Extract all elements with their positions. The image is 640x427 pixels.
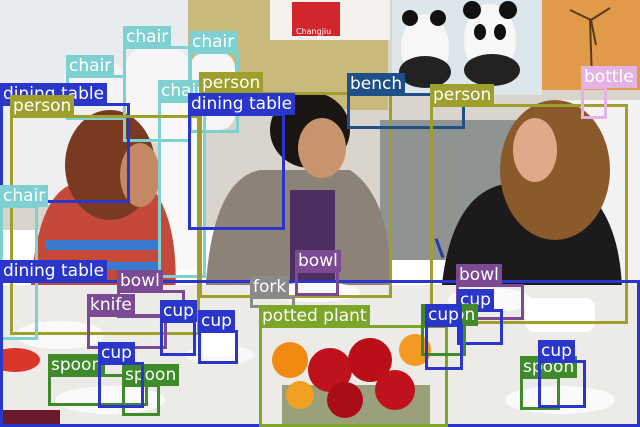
person-right-hair — [500, 100, 610, 240]
cup-mid-shape — [202, 330, 236, 356]
photo-scene: Changjiu — [0, 0, 640, 427]
panda-left-ear — [402, 10, 418, 26]
plate-front-right — [505, 386, 615, 414]
napkin-right — [525, 298, 595, 332]
person-middle-face — [298, 118, 346, 178]
lily-1 — [272, 342, 308, 378]
lily-2 — [399, 334, 431, 366]
panda-right-ear-2 — [499, 1, 517, 19]
plate-front-left — [55, 386, 165, 414]
banner-text: Changjiu — [296, 27, 331, 36]
panda-right-eye-2 — [494, 24, 506, 40]
panda-right-body — [464, 54, 520, 86]
panda-left-ear-2 — [430, 10, 446, 26]
rose-3 — [375, 370, 415, 410]
rose-4 — [327, 382, 363, 418]
person-right-face — [513, 118, 557, 182]
panda-right-eye — [474, 24, 486, 40]
lily-3 — [286, 381, 314, 409]
panda-left-body — [399, 56, 451, 88]
plate-right — [448, 288, 532, 312]
person-middle-blouse — [290, 190, 335, 290]
plate-center — [270, 282, 360, 302]
panda-right-ear — [463, 1, 481, 19]
plate-left — [15, 321, 105, 349]
napkin-left — [0, 410, 60, 427]
person-left-face — [120, 143, 160, 207]
